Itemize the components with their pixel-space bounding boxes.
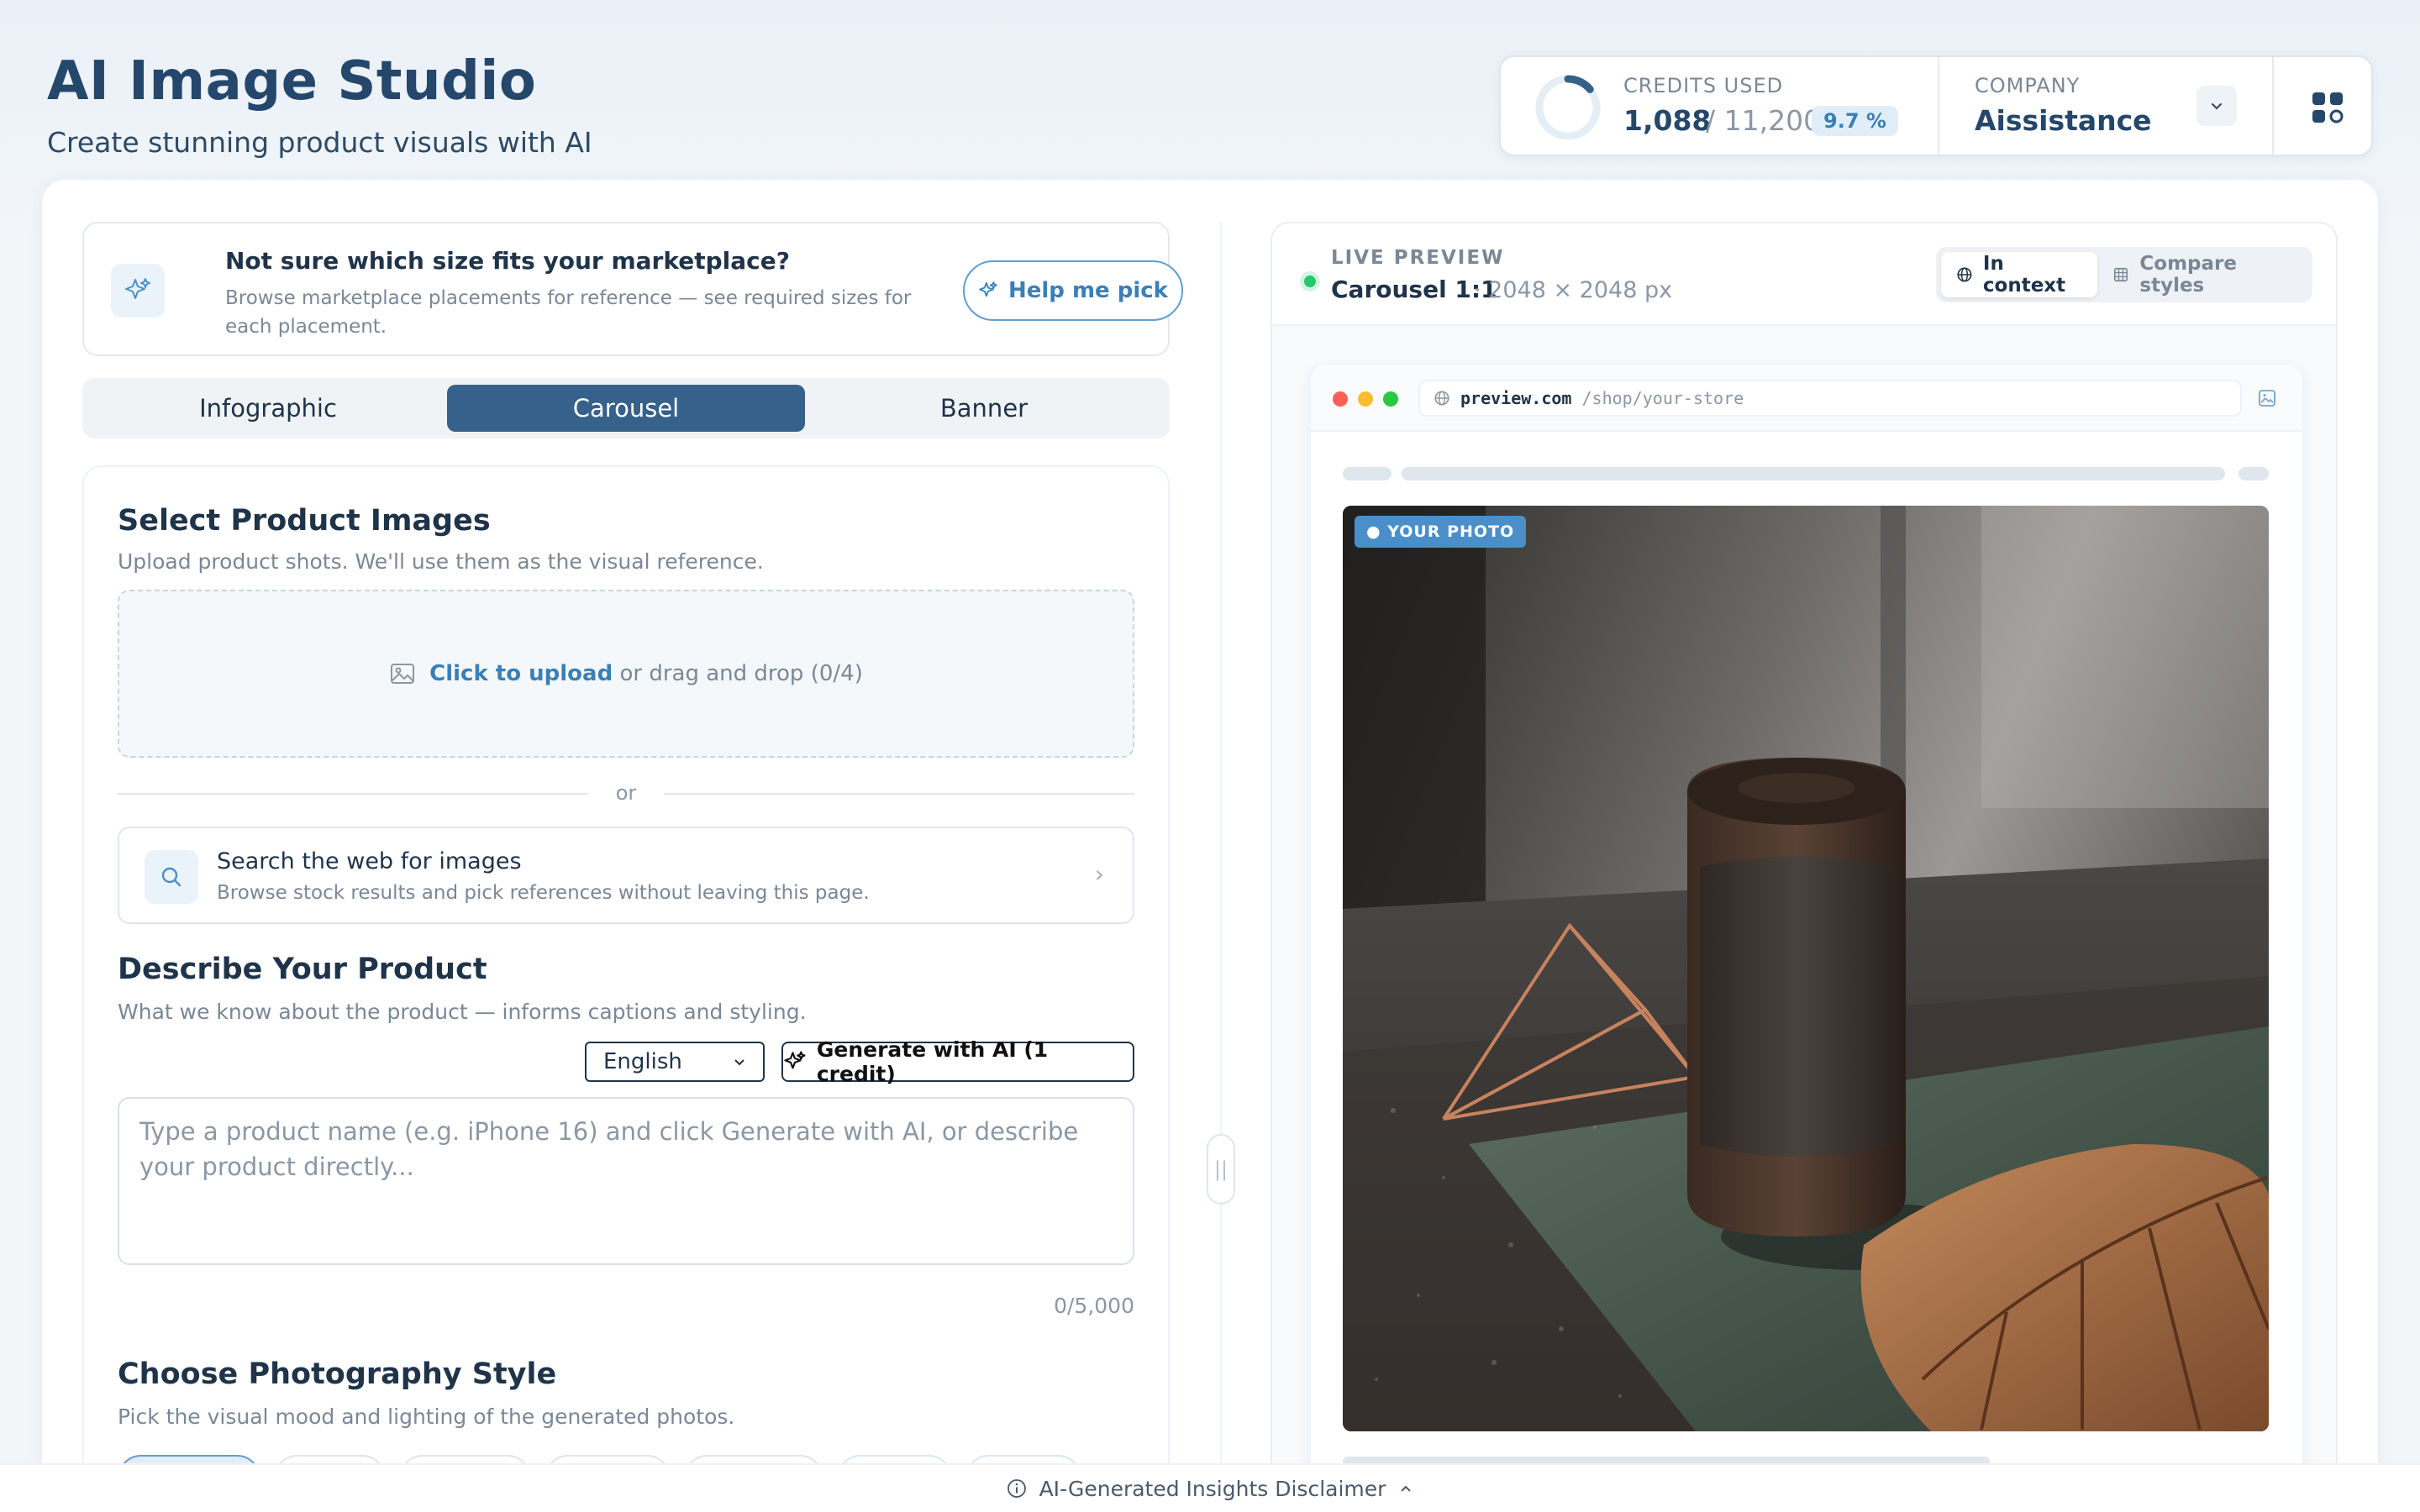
- page-subtitle: Create stunning product visuals with AI: [47, 126, 592, 159]
- credits-used-value: 1,088: [1623, 104, 1712, 137]
- or-line-left: [118, 793, 588, 795]
- help-me-pick-label: Help me pick: [1008, 278, 1168, 303]
- product-form-card: Select Product Images Upload product sho…: [82, 465, 1170, 1512]
- or-line-right: [664, 793, 1134, 795]
- select-images-title: Select Product Images: [118, 504, 491, 538]
- disclaimer-footer[interactable]: AI-Generated Insights Disclaimer: [0, 1463, 2420, 1512]
- skeleton-bar: [2238, 467, 2269, 480]
- describe-product-title: Describe Your Product: [118, 953, 487, 986]
- credits-total-value: / 11,200: [1706, 104, 1822, 137]
- chevron-down-icon: [734, 1059, 744, 1066]
- preview-format: Carousel 1:1: [1331, 276, 1497, 303]
- sparkle-icon: [784, 1051, 806, 1069]
- or-divider: or: [118, 781, 1134, 806]
- skeleton-bar: [1343, 467, 1392, 480]
- product-description-textarea[interactable]: Type a product name (e.g. iPhone 16) and…: [118, 1097, 1134, 1265]
- card-divider: [2272, 57, 2274, 155]
- your-photo-badge: ● YOUR PHOTO: [1355, 516, 1527, 548]
- hint-title: Not sure which size fits your marketplac…: [225, 247, 790, 275]
- help-me-pick-button[interactable]: Help me pick: [963, 260, 1183, 321]
- product-photo: ● YOUR PHOTO: [1343, 506, 2269, 1431]
- credits-label: CREDITS USED: [1623, 74, 1784, 97]
- panel-splitter-line: [1220, 222, 1222, 1512]
- credits-percent-badge: 9.7 %: [1812, 106, 1898, 136]
- format-tabs: Infographic Carousel Banner: [82, 378, 1170, 438]
- traffic-light-close: [1333, 391, 1348, 407]
- marketplace-hint-card: Not sure which size fits your marketplac…: [82, 222, 1183, 356]
- live-preview-card: LIVE PREVIEW Carousel 1:1 · 2048 × 2048 …: [1270, 222, 2338, 1512]
- live-preview-label: LIVE PREVIEW: [1331, 247, 1505, 269]
- or-text: or: [615, 781, 637, 805]
- search-web-button[interactable]: Search the web for images Browse stock r…: [118, 827, 1134, 924]
- globe-icon: [1434, 391, 1449, 406]
- tab-infographic[interactable]: Infographic: [89, 385, 447, 432]
- compare-styles-label: Compare styles: [2139, 253, 2237, 297]
- drag-handle-icon: ||: [1213, 1158, 1228, 1181]
- skeleton-bar: [1402, 467, 2225, 480]
- image-icon: [2259, 390, 2275, 407]
- search-icon: [145, 850, 198, 904]
- page-title: AI Image Studio: [47, 50, 537, 113]
- company-label: COMPANY: [1975, 74, 2081, 97]
- browser-toolbar: preview.com /shop/your-store: [1311, 365, 2302, 432]
- tab-banner[interactable]: Banner: [805, 385, 1163, 432]
- traffic-light-maximize: [1383, 391, 1398, 407]
- select-images-description: Upload product shots. We'll use them as …: [118, 549, 764, 574]
- sparkle-icon: [111, 264, 165, 318]
- generate-label: Generate with AI (1 credit): [816, 1037, 1049, 1086]
- image-icon: [391, 664, 415, 684]
- traffic-light-minimize: [1358, 391, 1373, 407]
- url-path: /shop/your-store: [1581, 388, 1744, 408]
- disclaimer-label: AI-Generated Insights Disclaimer: [1039, 1476, 1386, 1501]
- describe-product-description: What we know about the product — informs…: [118, 1000, 807, 1024]
- compare-styles-button[interactable]: Compare styles: [2097, 252, 2307, 297]
- url-bar: preview.com /shop/your-store: [1418, 380, 2242, 417]
- preview-view-toggle: In context Compare styles: [1936, 247, 2312, 302]
- credits-donut-icon: [1535, 75, 1601, 140]
- in-context-label: In context: [1982, 253, 2066, 297]
- main-panel: Not sure which size fits your marketplac…: [42, 180, 2378, 1512]
- url-host: preview.com: [1460, 388, 1572, 408]
- browser-mockup: preview.com /shop/your-store ● YOUR PHOT…: [1311, 365, 2302, 1512]
- speaker-product-image: [1343, 506, 2269, 1431]
- photo-style-title: Choose Photography Style: [118, 1357, 557, 1391]
- language-select[interactable]: English: [585, 1042, 765, 1082]
- upload-hint-text: or drag and drop (0/4): [619, 661, 863, 686]
- apps-grid-icon: [2312, 92, 2344, 123]
- panel-resize-handle[interactable]: ||: [1207, 1134, 1235, 1205]
- live-status-dot: [1304, 276, 1316, 287]
- in-context-button[interactable]: In context: [1941, 252, 2098, 297]
- chevron-up-icon: [1401, 1485, 1412, 1492]
- info-icon: [1007, 1479, 1026, 1498]
- photo-style-description: Pick the visual mood and lighting of the…: [118, 1404, 735, 1429]
- search-web-title: Search the web for images: [217, 848, 522, 874]
- tab-carousel[interactable]: Carousel: [447, 385, 805, 432]
- card-divider: [1938, 57, 1939, 155]
- company-name: Aissistance: [1975, 104, 2152, 137]
- grid-icon: [2114, 267, 2128, 282]
- search-web-description: Browse stock results and pick references…: [217, 882, 870, 904]
- credits-company-card: CREDITS USED 1,088 / 11,200 9.7 % COMPAN…: [1499, 55, 2373, 156]
- char-count: 0/5,000: [1054, 1294, 1134, 1318]
- globe-icon: [1957, 267, 1972, 282]
- preview-header: LIVE PREVIEW Carousel 1:1 · 2048 × 2048 …: [1272, 223, 2336, 326]
- company-dropdown-button[interactable]: [2196, 86, 2237, 126]
- language-value: English: [603, 1049, 682, 1074]
- upload-dropzone[interactable]: Click to upload or drag and drop (0/4): [118, 590, 1134, 758]
- click-to-upload-link[interactable]: Click to upload: [429, 661, 613, 686]
- chevron-down-icon: [2212, 103, 2222, 110]
- hint-description: Browse marketplace placements for refere…: [225, 287, 912, 338]
- chevron-right-icon: ›: [1094, 860, 1104, 888]
- sparkle-icon: [979, 281, 997, 297]
- apps-grid-button[interactable]: [2307, 87, 2348, 128]
- generate-with-ai-button[interactable]: Generate with AI (1 credit): [781, 1037, 1134, 1086]
- preview-size: · 2048 × 2048 px: [1474, 277, 1673, 303]
